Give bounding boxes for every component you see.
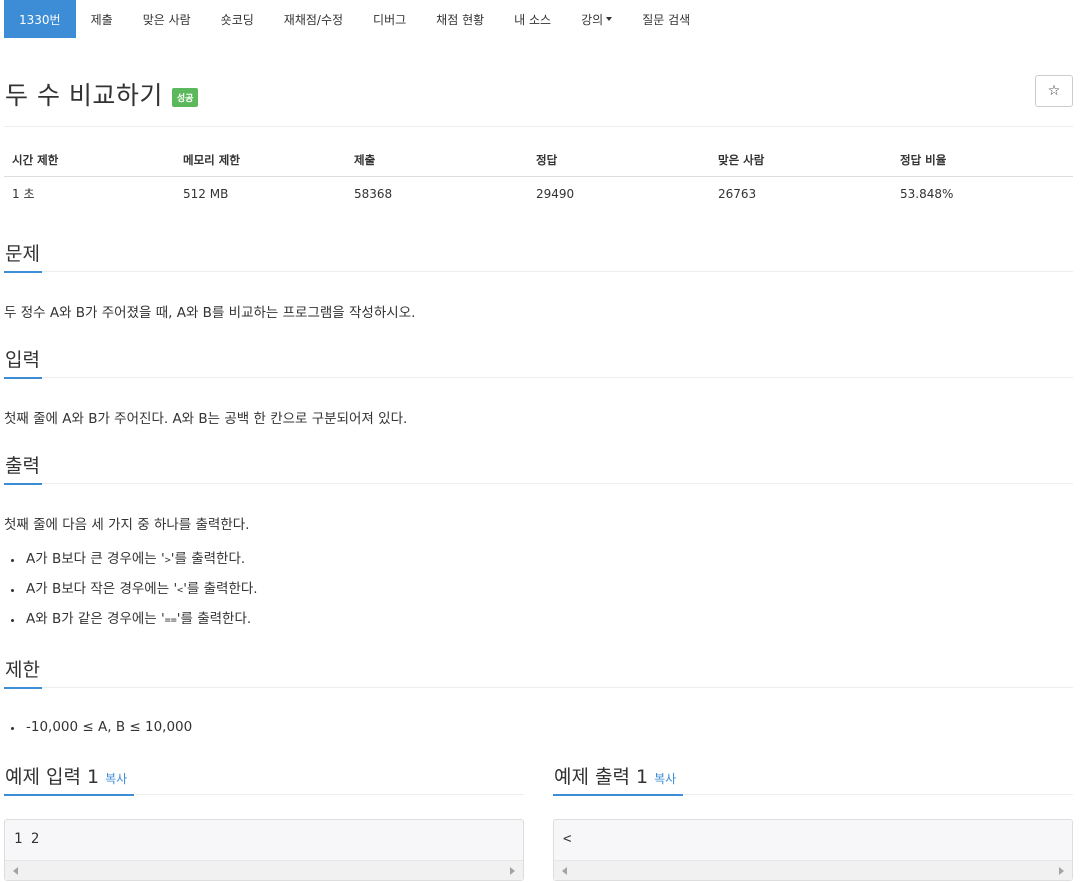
nav-tab-label: 내 소스 xyxy=(514,12,552,27)
heading-underline xyxy=(4,794,134,796)
nav-tab-label: 맞은 사람 xyxy=(142,12,191,27)
section-heading: 문제 xyxy=(5,243,40,265)
nav-tab-solved-users[interactable]: 맞은 사람 xyxy=(128,0,206,38)
nav-tab-label: 숏코딩 xyxy=(220,12,254,27)
sample-input-box[interactable]: 1 2 xyxy=(4,819,524,881)
heading-underline xyxy=(4,483,42,485)
nav-tab-label: 제출 xyxy=(90,12,113,27)
nav-tab-label: 질문 검색 xyxy=(642,12,691,27)
divider xyxy=(4,126,1073,127)
nav-tab-label: 디버그 xyxy=(373,12,407,27)
nav-tab-problem[interactable]: 1330번 xyxy=(4,0,76,38)
submissions-value: 58368 xyxy=(354,186,393,201)
nav-tab-label: 강의 xyxy=(581,12,604,27)
favorite-button[interactable]: ☆ xyxy=(1035,75,1073,107)
input-description: 첫째 줄에 A와 B가 주어진다. A와 B는 공백 한 칸으로 구분되어져 있… xyxy=(4,411,408,427)
sample-input-header: 예제 입력 1 복사 xyxy=(4,762,524,796)
sample-input-heading-wrap: 예제 입력 1 복사 xyxy=(5,762,127,789)
section-limit-header: 제한 xyxy=(4,655,1073,689)
scroll-left-icon[interactable] xyxy=(562,867,567,875)
sample-output-header: 예제 출력 1 복사 xyxy=(553,762,1073,796)
table-row: 1 초 512 MB 58368 29490 26763 53.848% xyxy=(4,177,1073,211)
section-input-header: 입력 xyxy=(4,345,1073,379)
list-item: A가 B보다 작은 경우에는 '<'를 출력한다. xyxy=(24,574,258,604)
sample-input-text: 1 2 xyxy=(14,831,40,847)
section-output-header: 출력 xyxy=(4,451,1073,485)
output-description: 첫째 줄에 다음 세 가지 중 하나를 출력한다. xyxy=(4,517,250,533)
nav-tab-label: 채점 현황 xyxy=(436,12,485,27)
sample-output-heading-wrap: 예제 출력 1 복사 xyxy=(554,762,676,789)
copy-output-button[interactable]: 복사 xyxy=(654,772,676,786)
header-accepted: 정답 xyxy=(528,145,710,177)
list-item: -10,000 ≤ A, B ≤ 10,000 xyxy=(24,712,192,742)
section-heading: 출력 xyxy=(5,455,40,477)
nav-tab-label: 재채점/수정 xyxy=(283,12,344,27)
table-header-row: 시간 제한 메모리 제한 제출 정답 맞은 사람 정답 비율 xyxy=(4,145,1073,177)
sample-output-box[interactable]: < xyxy=(553,819,1073,881)
page-title: 두 수 비교하기 xyxy=(5,81,163,110)
header-accept-ratio: 정답 비율 xyxy=(892,145,1073,177)
nav-tab-status[interactable]: 채점 현황 xyxy=(421,0,499,38)
accept-ratio-value: 53.848% xyxy=(900,186,954,201)
inline-code: == xyxy=(164,615,177,626)
problem-description: 두 정수 A와 B가 주어졌을 때, A와 B를 비교하는 프로그램을 작성하시… xyxy=(4,305,416,321)
list-item-text: '를 출력한다. xyxy=(170,551,246,567)
memory-limit-value: 512 MB xyxy=(183,186,229,201)
section-heading: 입력 xyxy=(5,349,40,371)
nav-tab-debug[interactable]: 디버그 xyxy=(358,0,421,38)
horizontal-scrollbar[interactable] xyxy=(5,860,523,880)
copy-input-button[interactable]: 복사 xyxy=(105,772,127,786)
list-item-text: A가 B보다 큰 경우에는 ' xyxy=(26,551,165,567)
scroll-right-icon[interactable] xyxy=(1059,867,1064,875)
list-item-text: A가 B보다 작은 경우에는 ' xyxy=(26,581,178,597)
heading-underline xyxy=(4,271,42,273)
output-rules-list: A가 B보다 큰 경우에는 '>'를 출력한다. A가 B보다 작은 경우에는 … xyxy=(24,544,258,634)
limit-list: -10,000 ≤ A, B ≤ 10,000 xyxy=(24,712,192,742)
list-item-text: A와 B가 같은 경우에는 ' xyxy=(26,611,165,627)
nav-tab-label: 1330번 xyxy=(19,12,61,27)
nav-tab-question-search[interactable]: 질문 검색 xyxy=(627,0,705,38)
section-problem-header: 문제 xyxy=(4,239,1073,273)
list-item-text: '를 출력한다. xyxy=(183,581,258,597)
heading-underline xyxy=(4,377,42,379)
status-badge: 성공 xyxy=(171,87,199,107)
section-heading: 제한 xyxy=(5,659,40,681)
scroll-right-icon[interactable] xyxy=(510,867,515,875)
list-item: A가 B보다 큰 경우에는 '>'를 출력한다. xyxy=(24,544,258,574)
nav-tab-submit[interactable]: 제출 xyxy=(76,0,128,38)
header-time-limit: 시간 제한 xyxy=(4,145,175,177)
scroll-left-icon[interactable] xyxy=(13,867,18,875)
heading-underline xyxy=(4,687,42,689)
nav-tab-rejudge[interactable]: 재채점/수정 xyxy=(269,0,358,38)
star-icon: ☆ xyxy=(1047,83,1061,99)
sample-output-text: < xyxy=(563,831,572,847)
sample-output-heading: 예제 출력 1 xyxy=(554,766,649,788)
time-limit-value: 1 초 xyxy=(12,187,35,201)
solved-users-value: 26763 xyxy=(718,186,757,201)
nav-tab-short-coding[interactable]: 숏코딩 xyxy=(206,0,269,38)
problem-title-row: 두 수 비교하기 성공 xyxy=(5,76,199,112)
problem-info-table: 시간 제한 메모리 제한 제출 정답 맞은 사람 정답 비율 1 초 512 M… xyxy=(4,145,1073,210)
heading-underline xyxy=(553,794,683,796)
header-memory-limit: 메모리 제한 xyxy=(175,145,346,177)
sample-input-heading: 예제 입력 1 xyxy=(5,766,100,788)
list-item: A와 B가 같은 경우에는 '=='를 출력한다. xyxy=(24,604,258,634)
accepted-value: 29490 xyxy=(536,186,575,201)
horizontal-scrollbar[interactable] xyxy=(554,860,1072,880)
list-item-text: '를 출력한다. xyxy=(176,611,252,627)
nav-tab-my-source[interactable]: 내 소스 xyxy=(499,0,566,38)
nav-tab-lectures[interactable]: 강의 xyxy=(566,0,627,38)
header-solved-users: 맞은 사람 xyxy=(710,145,892,177)
header-submissions: 제출 xyxy=(346,145,528,177)
chevron-down-icon xyxy=(606,17,613,21)
problem-nav: 1330번 제출 맞은 사람 숏코딩 재채점/수정 디버그 채점 현황 내 소스… xyxy=(4,0,705,38)
